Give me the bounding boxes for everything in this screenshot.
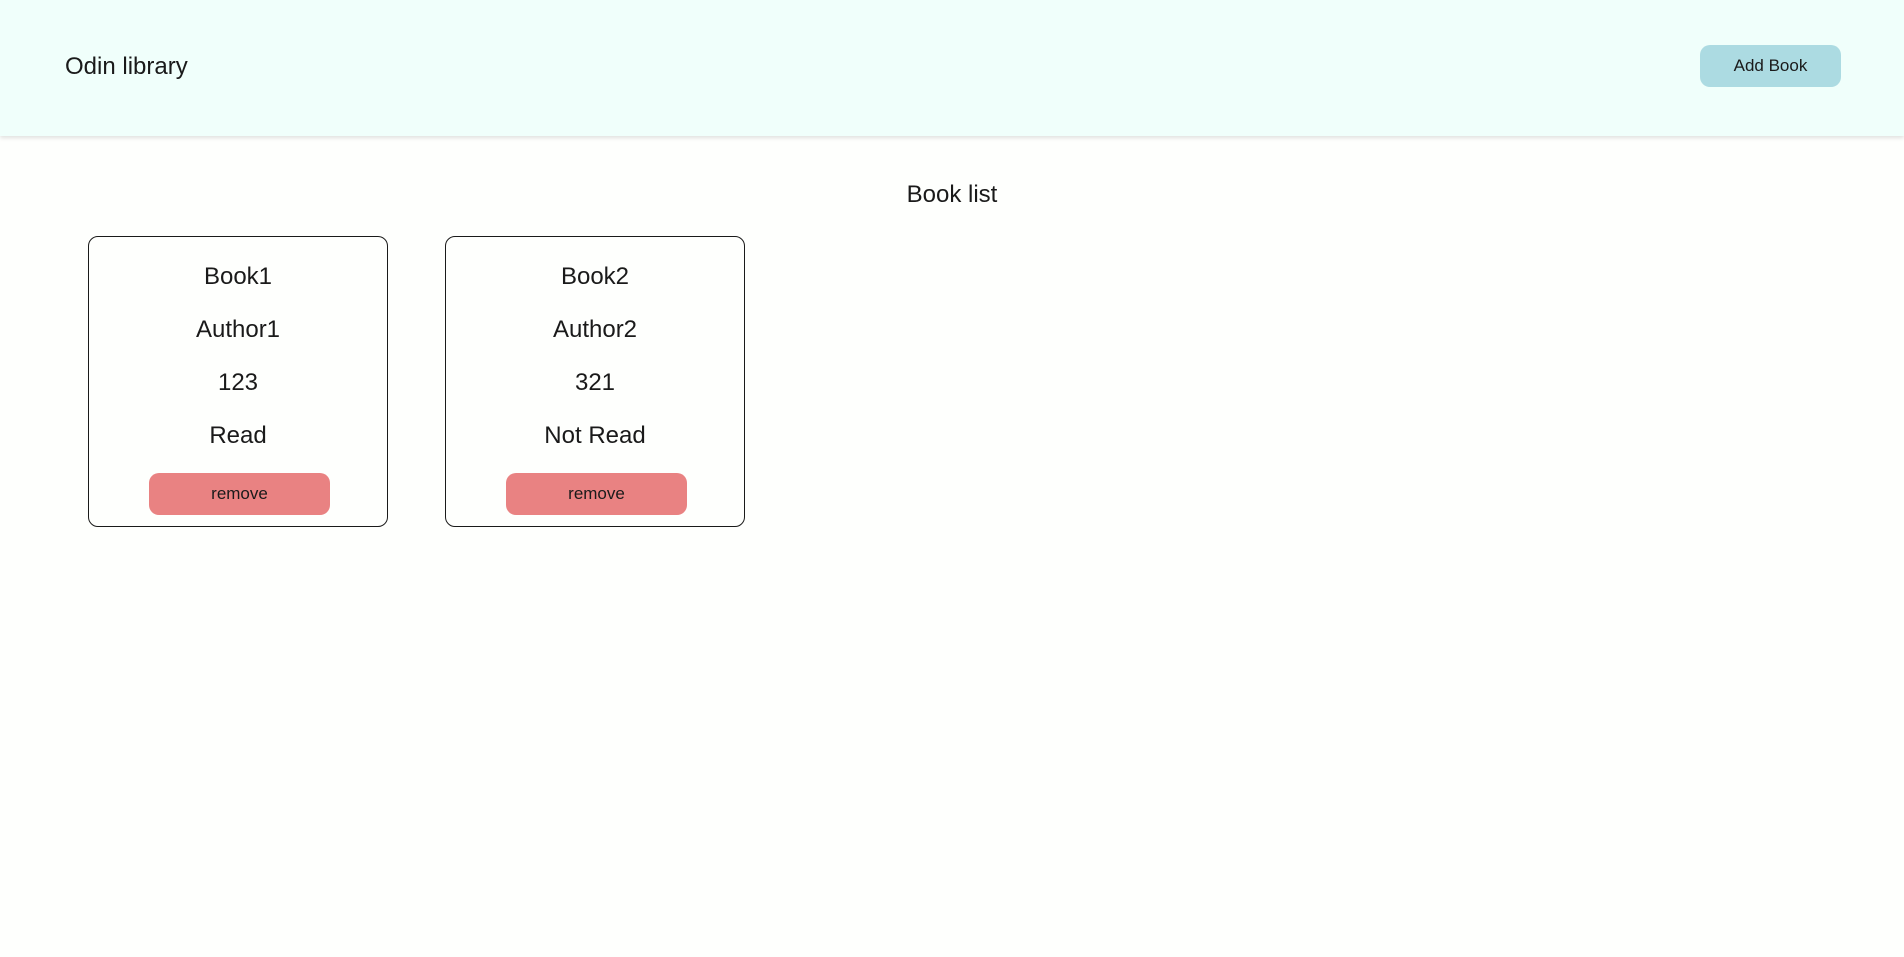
book-pages: 123: [217, 369, 259, 396]
book-card: Book2 Author2 321 Not Read remove: [445, 236, 745, 527]
app-title: Odin library: [65, 53, 188, 80]
book-title: Book1: [203, 263, 273, 290]
book-pages: 321: [574, 369, 616, 396]
remove-button[interactable]: remove: [149, 473, 330, 515]
remove-button[interactable]: remove: [506, 473, 687, 515]
add-book-button[interactable]: Add Book: [1700, 45, 1841, 87]
book-card: Book1 Author1 123 Read remove: [88, 236, 388, 527]
book-read-status: Read: [209, 422, 267, 449]
header-bar: Odin library Add Book: [0, 0, 1904, 136]
book-author: Author1: [195, 316, 281, 343]
page-title: Book list: [906, 181, 998, 208]
book-title: Book2: [560, 263, 630, 290]
book-author: Author2: [552, 316, 638, 343]
book-read-status: Not Read: [544, 422, 646, 449]
